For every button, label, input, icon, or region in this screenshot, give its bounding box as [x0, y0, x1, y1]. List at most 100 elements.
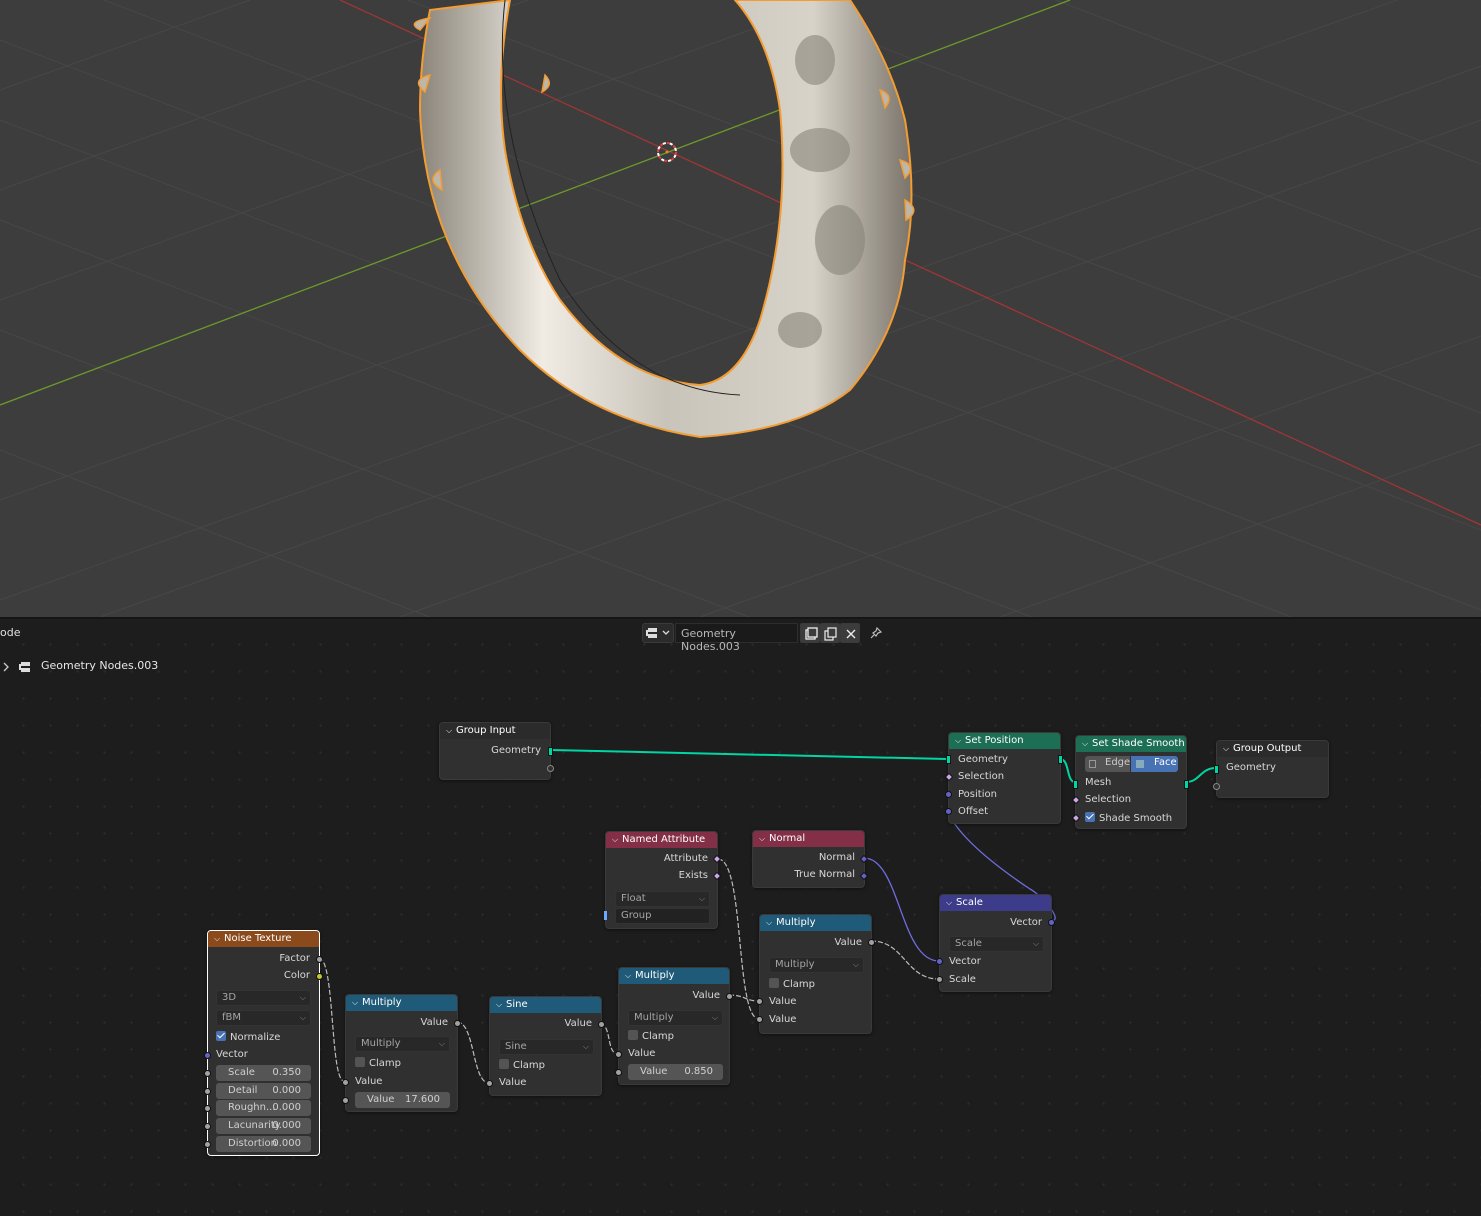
attribute-name-field[interactable]: Group — [615, 908, 710, 924]
socket-offset-in[interactable] — [945, 808, 952, 815]
socket-roughness-in[interactable] — [204, 1105, 211, 1112]
socket-geometry-in[interactable] — [1214, 765, 1219, 774]
detail-field[interactable]: Detail 0.000 — [216, 1083, 311, 1099]
node-math-multiply-2[interactable]: ⌵ Multiply Value Multiply ⌵ Clamp Value Va… — [615, 967, 733, 1085]
socket-label-value-a: Value — [355, 1076, 383, 1087]
node-title: Set Shade Smooth — [1092, 738, 1185, 749]
socket-detail-in[interactable] — [204, 1088, 211, 1095]
scale-field[interactable]: Scale 0.350 — [216, 1065, 311, 1081]
checkbox-icon — [499, 1059, 509, 1069]
node-tree-browse-button[interactable] — [642, 623, 674, 643]
node-title: Normal — [769, 833, 806, 844]
node-math-multiply-3[interactable]: ⌵ Multiply Value Multiply ⌵ Clamp Value Va… — [756, 914, 875, 1034]
math-operation-dropdown[interactable]: Multiply ⌵ — [628, 1010, 723, 1026]
noise-type-dropdown[interactable]: fBM ⌵ — [216, 1010, 311, 1026]
socket-value-out[interactable] — [454, 1020, 461, 1027]
math-operation-dropdown[interactable]: Multiply ⌵ — [355, 1036, 450, 1052]
socket-scale-in[interactable] — [204, 1070, 211, 1077]
socket-value-a-in[interactable] — [342, 1079, 349, 1086]
vector-operation-dropdown[interactable]: Scale ⌵ — [949, 936, 1044, 952]
chevron-right-icon[interactable] — [2, 661, 10, 673]
face-icon — [1136, 760, 1144, 768]
socket-vector-out[interactable] — [1048, 919, 1055, 926]
pin-button[interactable] — [866, 623, 886, 643]
socket-value-b-in[interactable] — [342, 1097, 349, 1104]
socket-label-scale-in: Scale — [949, 974, 976, 985]
node-set-shade-smooth[interactable]: ⌵ Set Shade Smooth Edge Face Mesh Selecti… — [1071, 735, 1189, 829]
fake-user-button[interactable] — [800, 623, 820, 643]
socket-vector-in[interactable] — [936, 958, 943, 965]
geometry-node-editor[interactable]: ode Geometry Nodes.003 Geometry Nodes.00… — [0, 619, 1481, 1216]
node-math-multiply-1[interactable]: ⌵ Multiply Value Multiply ⌵ Clamp Value Va… — [342, 994, 461, 1112]
socket-vector-in[interactable] — [204, 1052, 211, 1059]
clamp-checkbox[interactable]: Clamp — [769, 978, 815, 990]
chevron-down-icon: ⌵ — [582, 1042, 589, 1051]
socket-color-out[interactable] — [316, 973, 323, 980]
socket-label-factor: Factor — [279, 953, 310, 964]
socket-selection-in[interactable] — [944, 772, 954, 782]
socket-distortion-in[interactable] — [204, 1141, 211, 1148]
3d-viewport[interactable] — [0, 0, 1481, 617]
socket-value-out[interactable] — [598, 1021, 605, 1028]
socket-selection-in[interactable] — [1071, 795, 1081, 805]
socket-factor-out[interactable] — [316, 956, 323, 963]
socket-scale-in[interactable] — [936, 976, 943, 983]
node-tree-name-field[interactable]: Geometry Nodes.003 — [675, 623, 798, 653]
socket-geometry-out[interactable] — [1058, 755, 1063, 764]
shade-smooth-checkbox[interactable]: Shade Smooth — [1085, 812, 1172, 824]
node-editor-header: ode Geometry Nodes.003 — [0, 619, 1481, 653]
socket-normal-out[interactable] — [859, 854, 869, 864]
socket-attribute-out[interactable] — [712, 854, 722, 864]
node-math-sine[interactable]: ⌵ Sine Value Sine ⌵ Clamp Value — [486, 996, 605, 1096]
data-type-dropdown[interactable]: Float ⌵ — [615, 891, 710, 907]
node-title: Group Input — [456, 725, 516, 736]
socket-value-out[interactable] — [726, 993, 733, 1000]
socket-mesh-in[interactable] — [1073, 780, 1078, 789]
math-operation-dropdown[interactable]: Multiply ⌵ — [769, 957, 864, 973]
clamp-checkbox[interactable]: Clamp — [628, 1030, 674, 1042]
socket-geometry-in[interactable] — [946, 755, 951, 764]
socket-geometry-out[interactable] — [548, 747, 553, 756]
clamp-checkbox[interactable]: Clamp — [499, 1059, 545, 1071]
socket-value-a-in[interactable] — [615, 1051, 622, 1058]
socket-position-in[interactable] — [945, 791, 952, 798]
chevron-down-icon: ⌵ — [438, 1039, 445, 1048]
socket-lacunarity-in[interactable] — [204, 1123, 211, 1130]
unlink-button[interactable] — [840, 623, 860, 643]
node-group-input[interactable]: ⌵ Group Input Geometry — [439, 722, 554, 780]
node-group-output[interactable]: ⌵ Group Output Geometry — [1213, 740, 1329, 798]
socket-mesh-out[interactable] — [1184, 780, 1189, 789]
socket-true-normal-out[interactable] — [859, 871, 869, 881]
socket-value-a-in[interactable] — [756, 998, 763, 1005]
duplicate-button[interactable] — [820, 623, 840, 643]
socket-empty-in[interactable] — [1213, 783, 1220, 790]
string-socket-in[interactable] — [604, 911, 607, 920]
socket-value-b-in[interactable] — [615, 1069, 622, 1076]
editor-mode-label[interactable]: ode — [0, 626, 20, 639]
clamp-checkbox[interactable]: Clamp — [355, 1057, 401, 1069]
socket-value-b-in[interactable] — [756, 1016, 763, 1023]
socket-value-out[interactable] — [868, 939, 875, 946]
socket-empty-out[interactable] — [547, 765, 554, 772]
node-noise-texture[interactable]: ⌵ Noise Texture Factor Color 3D ⌵ fBM ⌵ Nor… — [204, 930, 323, 1156]
socket-exists-out[interactable] — [712, 871, 722, 881]
node-set-position[interactable]: ⌵ Set Position Geometry Selection Positio… — [944, 732, 1063, 824]
socket-value-in[interactable] — [486, 1080, 493, 1087]
ring-object[interactable] — [413, 0, 915, 439]
node-named-attribute[interactable]: ⌵ Named Attribute Attribute Exists Float ⌵… — [604, 831, 722, 929]
roughness-field[interactable]: Roughn... 0.000 — [216, 1100, 311, 1116]
node-title: Named Attribute — [622, 834, 706, 845]
distortion-field[interactable]: Distortion 0.000 — [216, 1136, 311, 1152]
math-operation-dropdown[interactable]: Sine ⌵ — [499, 1039, 594, 1055]
node-normal[interactable]: ⌵ Normal Normal True Normal — [752, 830, 869, 888]
value-b-field[interactable]: Value 0.850 — [628, 1064, 723, 1080]
domain-face-button[interactable]: Face — [1131, 756, 1178, 772]
normalize-checkbox[interactable]: Normalize — [216, 1031, 280, 1043]
domain-edge-button[interactable]: Edge — [1085, 756, 1130, 772]
3d-cursor-icon[interactable] — [657, 142, 677, 162]
value-b-field[interactable]: Value 17.600 — [355, 1092, 450, 1108]
node-vector-scale[interactable]: ⌵ Scale Vector Scale ⌵ Vector Scale — [936, 894, 1055, 992]
lacunarity-field[interactable]: Lacunarity 0.000 — [216, 1118, 311, 1134]
dimensions-dropdown[interactable]: 3D ⌵ — [216, 990, 311, 1006]
socket-shade-smooth-in[interactable] — [1071, 813, 1081, 823]
